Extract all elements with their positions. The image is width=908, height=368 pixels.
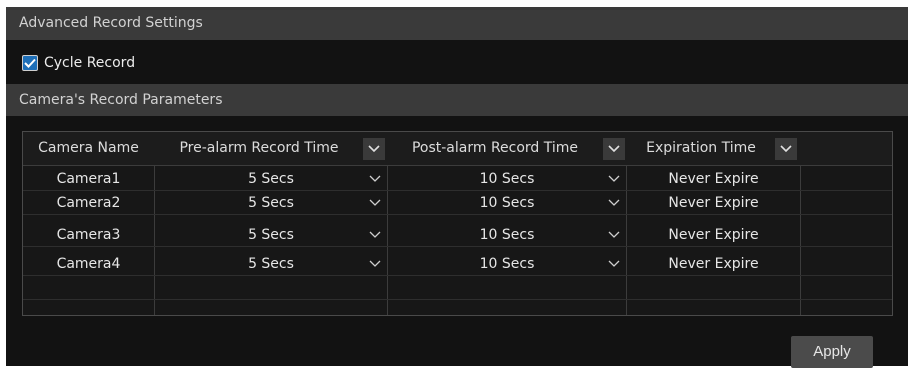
empty-table-row xyxy=(23,276,892,300)
header-post-alarm-record-time: Post-alarm Record Time xyxy=(411,140,579,156)
chevron-down-icon xyxy=(608,231,620,238)
chevron-down-icon xyxy=(608,145,620,153)
chevron-down-icon xyxy=(608,175,620,182)
pre-alarm-select[interactable]: 5 Secs xyxy=(155,252,387,276)
post-alarm-select[interactable]: 10 Secs xyxy=(388,167,626,191)
header-expiration-time: Expiration Time xyxy=(646,140,756,156)
post-alarm-select[interactable]: 10 Secs xyxy=(388,191,626,215)
cycle-record-checkbox[interactable] xyxy=(22,55,38,71)
expiration-header-dropdown[interactable] xyxy=(775,138,797,160)
pre-alarm-select[interactable]: 5 Secs xyxy=(155,191,387,215)
camera-name-cell: Camera4 xyxy=(56,256,121,272)
pre-alarm-select[interactable]: 5 Secs xyxy=(155,167,387,191)
chevron-down-icon xyxy=(780,145,792,153)
record-parameters-table: Camera Name Pre-alarm Record Time Post-a… xyxy=(22,131,893,316)
table-row: Camera4 5 Secs 10 Secs Never Expire xyxy=(23,252,892,276)
table-header: Camera Name Pre-alarm Record Time Post-a… xyxy=(23,132,892,166)
post-alarm-select[interactable]: 10 Secs xyxy=(388,252,626,276)
chevron-down-icon xyxy=(608,260,620,267)
chevron-down-icon xyxy=(369,260,381,267)
table-row: Camera2 5 Secs 10 Secs Never Expire xyxy=(23,191,892,215)
camera-record-parameters-header: Camera's Record Parameters xyxy=(6,84,908,116)
apply-button[interactable]: Apply xyxy=(791,336,873,368)
checkmark-icon xyxy=(24,58,36,68)
advanced-record-settings-panel: Advanced Record Settings Cycle Record Ca… xyxy=(6,7,908,368)
pre-alarm-header-dropdown[interactable] xyxy=(363,138,385,160)
table-row: Camera1 5 Secs 10 Secs Never Expire xyxy=(23,167,892,191)
chevron-down-icon xyxy=(369,175,381,182)
pre-alarm-select[interactable]: 5 Secs xyxy=(155,223,387,247)
camera-name-cell: Camera1 xyxy=(56,171,121,187)
expiration-cell[interactable]: Never Expire xyxy=(627,223,800,247)
chevron-down-icon xyxy=(369,231,381,238)
cycle-record-row[interactable]: Cycle Record xyxy=(22,53,135,73)
camera-name-cell: Camera2 xyxy=(56,195,121,211)
header-pre-alarm-record-time: Pre-alarm Record Time xyxy=(179,140,339,156)
post-alarm-header-dropdown[interactable] xyxy=(603,138,625,160)
chevron-down-icon xyxy=(608,199,620,206)
advanced-record-settings-header: Advanced Record Settings xyxy=(6,7,908,40)
header-camera-name: Camera Name xyxy=(38,140,139,156)
expiration-cell[interactable]: Never Expire xyxy=(627,191,800,215)
cycle-record-label: Cycle Record xyxy=(44,55,136,71)
camera-name-cell: Camera3 xyxy=(56,227,121,243)
expiration-cell[interactable]: Never Expire xyxy=(627,167,800,191)
table-row: Camera3 5 Secs 10 Secs Never Expire xyxy=(23,223,892,247)
expiration-cell[interactable]: Never Expire xyxy=(627,252,800,276)
chevron-down-icon xyxy=(368,145,380,153)
chevron-down-icon xyxy=(369,199,381,206)
post-alarm-select[interactable]: 10 Secs xyxy=(388,223,626,247)
